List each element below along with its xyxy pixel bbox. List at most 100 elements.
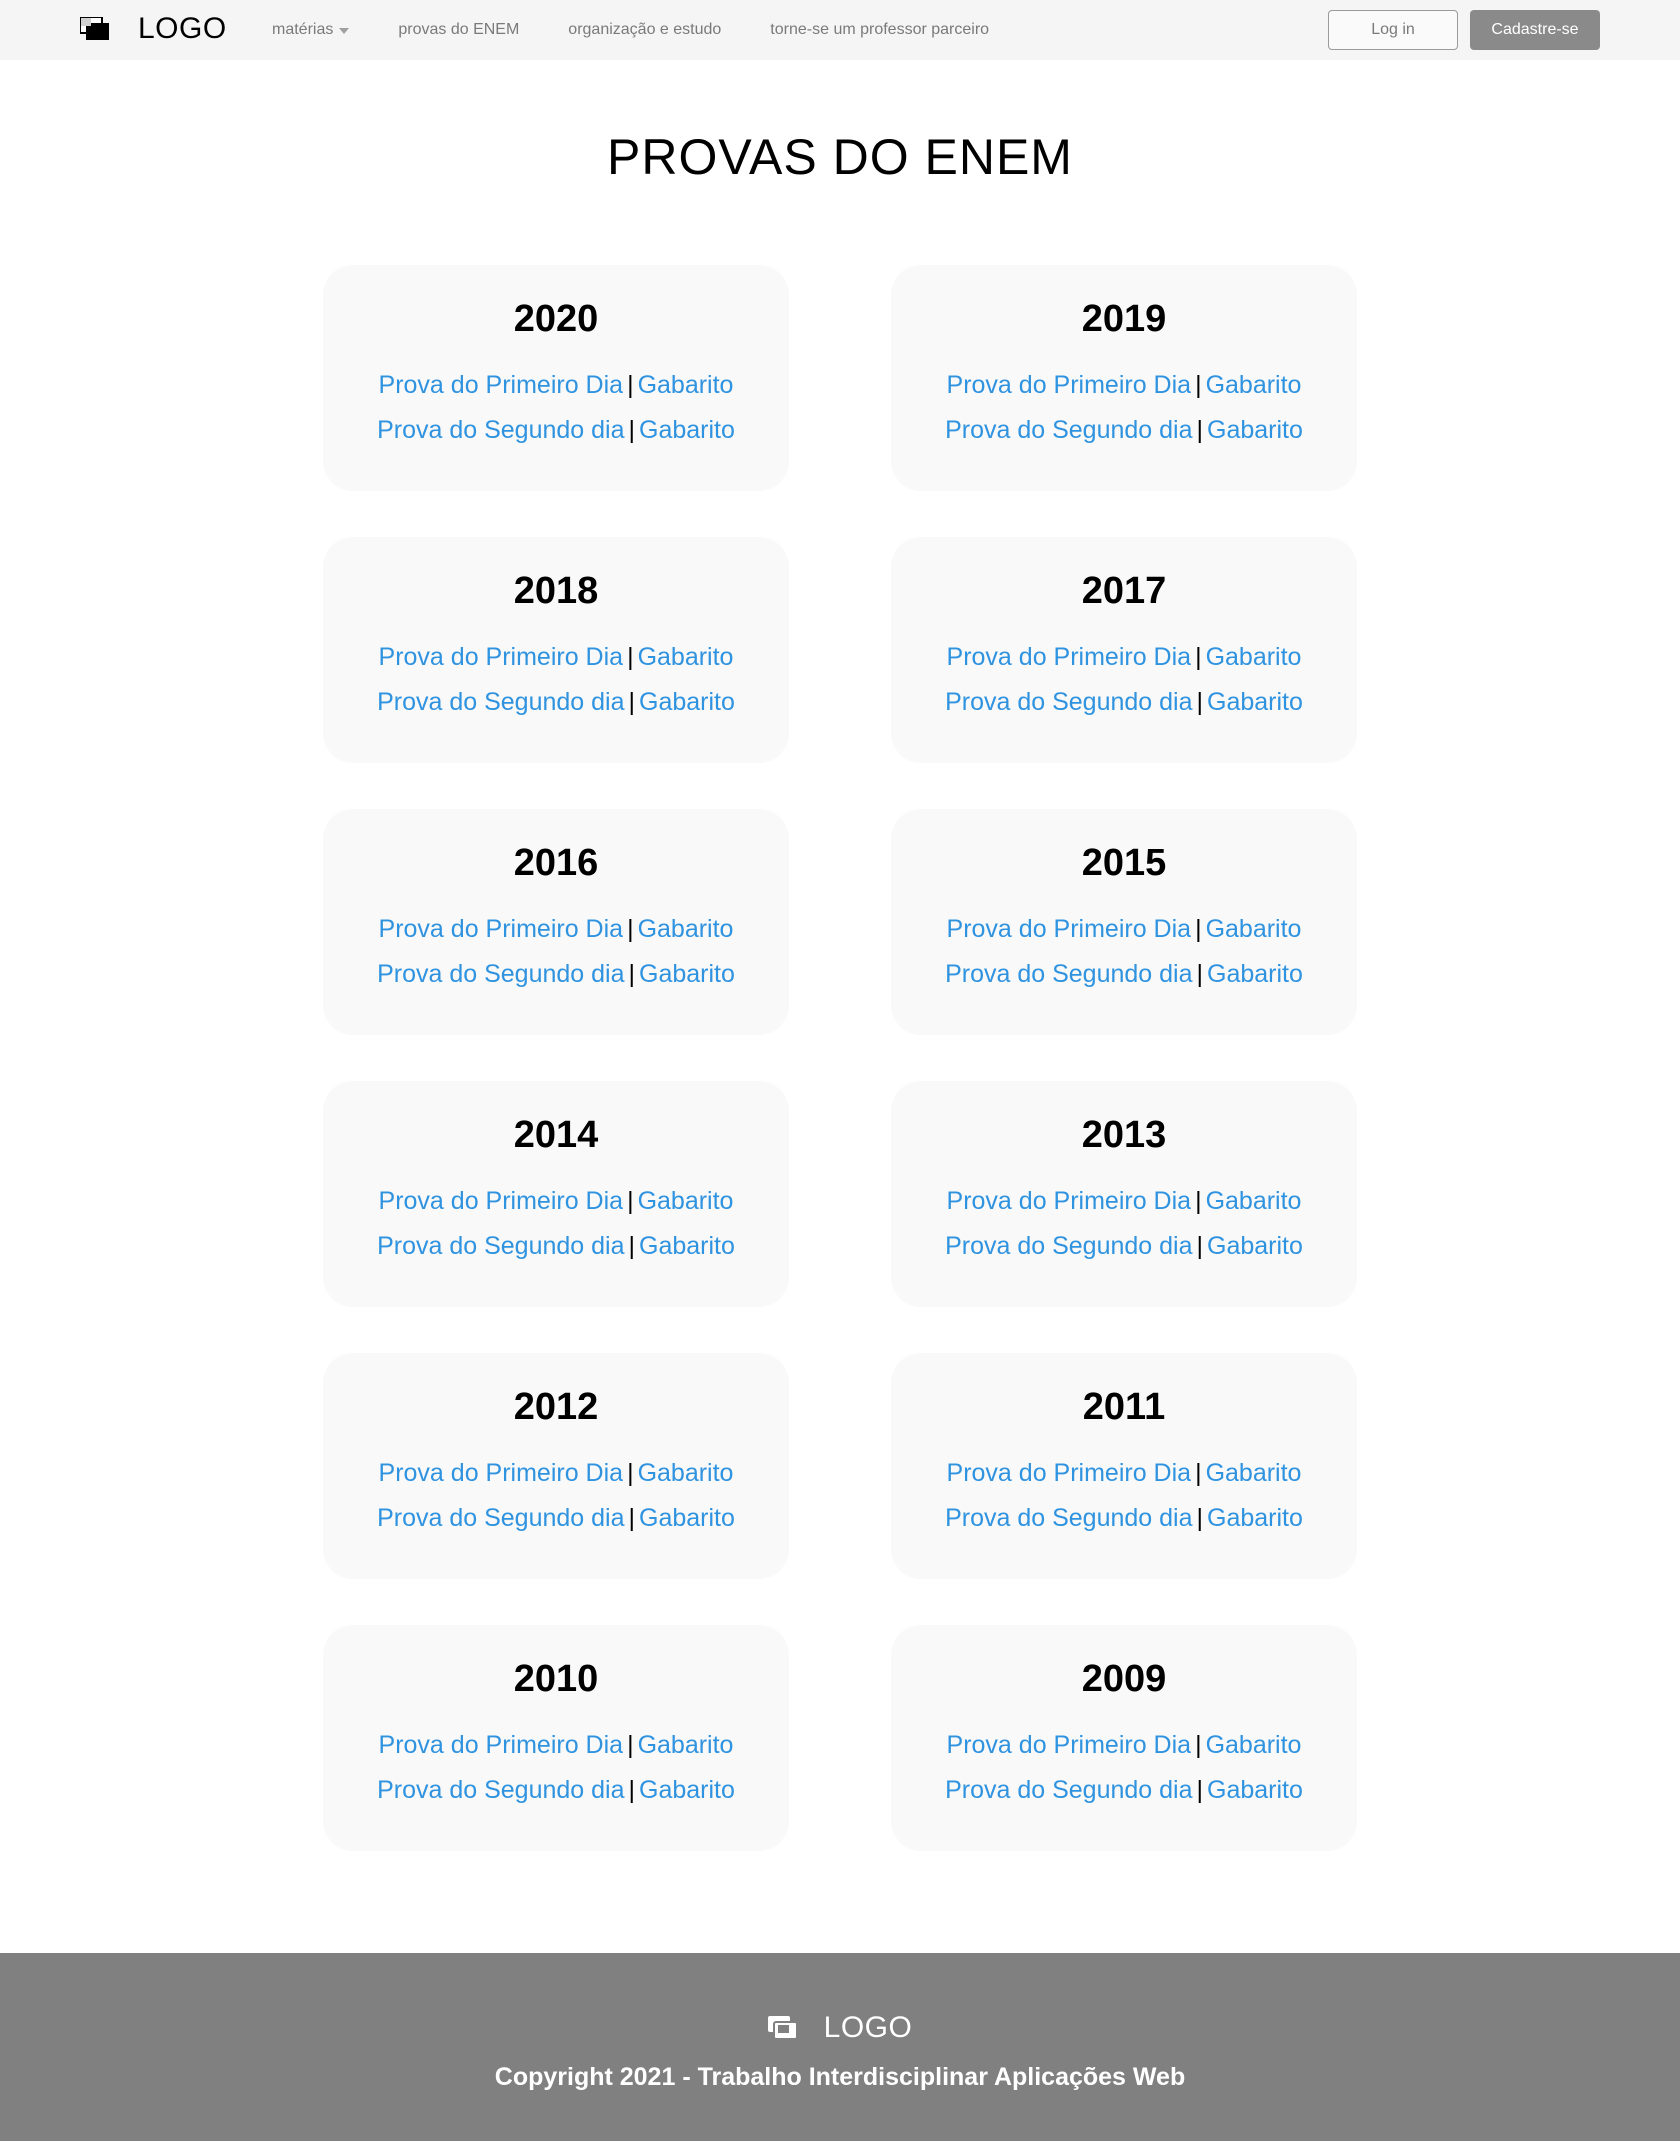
day1-answer-key-link[interactable]: Gabarito: [638, 371, 734, 399]
header-logo[interactable]: LOGO: [80, 12, 227, 46]
day1-exam-link[interactable]: Prova do Primeiro Dia: [947, 1731, 1192, 1759]
link-separator: |: [627, 642, 634, 671]
day2-exam-link[interactable]: Prova do Segundo dia: [945, 688, 1192, 716]
day1-exam-link[interactable]: Prova do Primeiro Dia: [947, 371, 1192, 399]
day2-exam-link[interactable]: Prova do Segundo dia: [377, 1504, 624, 1532]
exam-card-2009: 2009 Prova do Primeiro Dia | Gabarito Prova …: [891, 1625, 1357, 1851]
day2-exam-link[interactable]: Prova do Segundo dia: [377, 688, 624, 716]
signup-button[interactable]: Cadastre-se: [1470, 10, 1600, 50]
day1-answer-key-link[interactable]: Gabarito: [1206, 1731, 1302, 1759]
login-button[interactable]: Log in: [1328, 10, 1458, 50]
day2-answer-key-link[interactable]: Gabarito: [639, 688, 735, 716]
day1-exam-link[interactable]: Prova do Primeiro Dia: [947, 1459, 1192, 1487]
day1-exam-link[interactable]: Prova do Primeiro Dia: [379, 915, 624, 943]
day2-line: Prova do Segundo dia | Gabarito: [323, 1496, 789, 1541]
day2-answer-key-link[interactable]: Gabarito: [1207, 416, 1303, 444]
day1-answer-key-link[interactable]: Gabarito: [638, 1459, 734, 1487]
day1-line: Prova do Primeiro Dia | Gabarito: [323, 1723, 789, 1768]
day1-line: Prova do Primeiro Dia | Gabarito: [891, 907, 1357, 952]
day2-answer-key-link[interactable]: Gabarito: [639, 1776, 735, 1804]
day2-answer-key-link[interactable]: Gabarito: [1207, 1232, 1303, 1260]
day2-exam-link[interactable]: Prova do Segundo dia: [377, 1232, 624, 1260]
day2-answer-key-link[interactable]: Gabarito: [639, 1232, 735, 1260]
day2-exam-link[interactable]: Prova do Segundo dia: [945, 1776, 1192, 1804]
day2-exam-link[interactable]: Prova do Segundo dia: [945, 1504, 1192, 1532]
day2-answer-key-link[interactable]: Gabarito: [1207, 1776, 1303, 1804]
link-separator: |: [1195, 914, 1202, 943]
footer-logo[interactable]: LOGO: [0, 2011, 1680, 2045]
day1-answer-key-link[interactable]: Gabarito: [638, 1731, 734, 1759]
top-navbar: LOGO matérias provas do ENEM organização…: [0, 0, 1680, 60]
main-nav: matérias provas do ENEM organização e es…: [272, 0, 989, 60]
header-logo-text: LOGO: [138, 12, 227, 45]
day1-answer-key-link[interactable]: Gabarito: [1206, 1187, 1302, 1215]
link-separator: |: [1196, 1775, 1204, 1804]
caret-down-icon: [339, 28, 350, 34]
nav-item-materias[interactable]: matérias: [272, 21, 350, 39]
day2-exam-link[interactable]: Prova do Segundo dia: [377, 1776, 624, 1804]
day2-exam-link[interactable]: Prova do Segundo dia: [945, 960, 1192, 988]
card-links: Prova do Primeiro Dia | Gabarito Prova do S…: [323, 363, 789, 453]
day2-line: Prova do Segundo dia | Gabarito: [891, 408, 1357, 453]
day2-answer-key-link[interactable]: Gabarito: [1207, 688, 1303, 716]
day2-line: Prova do Segundo dia | Gabarito: [323, 1768, 789, 1813]
day2-line: Prova do Segundo dia | Gabarito: [891, 1768, 1357, 1813]
day1-answer-key-link[interactable]: Gabarito: [1206, 371, 1302, 399]
day2-answer-key-link[interactable]: Gabarito: [639, 1504, 735, 1532]
day1-answer-key-link[interactable]: Gabarito: [1206, 915, 1302, 943]
nav-item-organizacao-estudo[interactable]: organização e estudo: [568, 21, 721, 39]
card-links: Prova do Primeiro Dia | Gabarito Prova do S…: [323, 635, 789, 725]
exam-card-2018: 2018 Prova do Primeiro Dia | Gabarito Prova …: [323, 537, 789, 763]
card-links: Prova do Primeiro Dia | Gabarito Prova do S…: [891, 1451, 1357, 1541]
day1-line: Prova do Primeiro Dia | Gabarito: [323, 907, 789, 952]
day1-answer-key-link[interactable]: Gabarito: [638, 643, 734, 671]
footer-logo-text: LOGO: [823, 2011, 913, 2044]
day1-answer-key-link[interactable]: Gabarito: [638, 1187, 734, 1215]
day1-exam-link[interactable]: Prova do Primeiro Dia: [947, 643, 1192, 671]
card-links: Prova do Primeiro Dia | Gabarito Prova do S…: [891, 363, 1357, 453]
nav-item-label: matérias: [272, 21, 334, 38]
day2-exam-link[interactable]: Prova do Segundo dia: [945, 1232, 1192, 1260]
exam-cards-grid: 2020 Prova do Primeiro Dia | Gabarito Prova …: [323, 265, 1357, 1851]
day1-answer-key-link[interactable]: Gabarito: [638, 915, 734, 943]
day2-exam-link[interactable]: Prova do Segundo dia: [377, 416, 624, 444]
nav-item-provas-enem[interactable]: provas do ENEM: [398, 21, 519, 39]
day2-answer-key-link[interactable]: Gabarito: [639, 960, 735, 988]
day1-line: Prova do Primeiro Dia | Gabarito: [323, 363, 789, 408]
link-separator: |: [627, 1730, 634, 1759]
day2-exam-link[interactable]: Prova do Segundo dia: [945, 416, 1192, 444]
day1-exam-link[interactable]: Prova do Primeiro Dia: [379, 1187, 624, 1215]
day2-answer-key-link[interactable]: Gabarito: [639, 416, 735, 444]
exam-card-2013: 2013 Prova do Primeiro Dia | Gabarito Prova …: [891, 1081, 1357, 1307]
card-links: Prova do Primeiro Dia | Gabarito Prova do S…: [323, 1179, 789, 1269]
card-year: 2010: [513, 1658, 599, 1700]
day1-exam-link[interactable]: Prova do Primeiro Dia: [379, 1731, 624, 1759]
day1-exam-link[interactable]: Prova do Primeiro Dia: [947, 915, 1192, 943]
card-year: 2011: [1082, 1386, 1166, 1428]
day2-answer-key-link[interactable]: Gabarito: [1207, 960, 1303, 988]
day1-line: Prova do Primeiro Dia | Gabarito: [891, 1179, 1357, 1224]
day1-exam-link[interactable]: Prova do Primeiro Dia: [947, 1187, 1192, 1215]
day1-exam-link[interactable]: Prova do Primeiro Dia: [379, 643, 624, 671]
exam-card-2016: 2016 Prova do Primeiro Dia | Gabarito Prova …: [323, 809, 789, 1035]
day1-exam-link[interactable]: Prova do Primeiro Dia: [379, 1459, 624, 1487]
day2-line: Prova do Segundo dia | Gabarito: [323, 1224, 789, 1269]
day2-line: Prova do Segundo dia | Gabarito: [891, 1224, 1357, 1269]
day1-exam-link[interactable]: Prova do Primeiro Dia: [379, 371, 624, 399]
link-separator: |: [1195, 1458, 1202, 1487]
day2-exam-link[interactable]: Prova do Segundo dia: [377, 960, 624, 988]
link-separator: |: [628, 1775, 636, 1804]
day1-answer-key-link[interactable]: Gabarito: [1206, 643, 1302, 671]
day1-answer-key-link[interactable]: Gabarito: [1206, 1459, 1302, 1487]
logo-icon: [767, 2016, 798, 2040]
exam-card-2020: 2020 Prova do Primeiro Dia | Gabarito Prova …: [323, 265, 789, 491]
card-year: 2013: [1081, 1114, 1167, 1156]
exam-card-2012: 2012 Prova do Primeiro Dia | Gabarito Prova …: [323, 1353, 789, 1579]
exam-card-2010: 2010 Prova do Primeiro Dia | Gabarito Prova …: [323, 1625, 789, 1851]
nav-item-professor-parceiro[interactable]: torne-se um professor parceiro: [770, 21, 989, 39]
day2-line: Prova do Segundo dia | Gabarito: [891, 1496, 1357, 1541]
card-links: Prova do Primeiro Dia | Gabarito Prova do S…: [891, 907, 1357, 997]
day1-line: Prova do Primeiro Dia | Gabarito: [891, 1723, 1357, 1768]
day2-answer-key-link[interactable]: Gabarito: [1207, 1504, 1303, 1532]
day2-line: Prova do Segundo dia | Gabarito: [323, 408, 789, 453]
